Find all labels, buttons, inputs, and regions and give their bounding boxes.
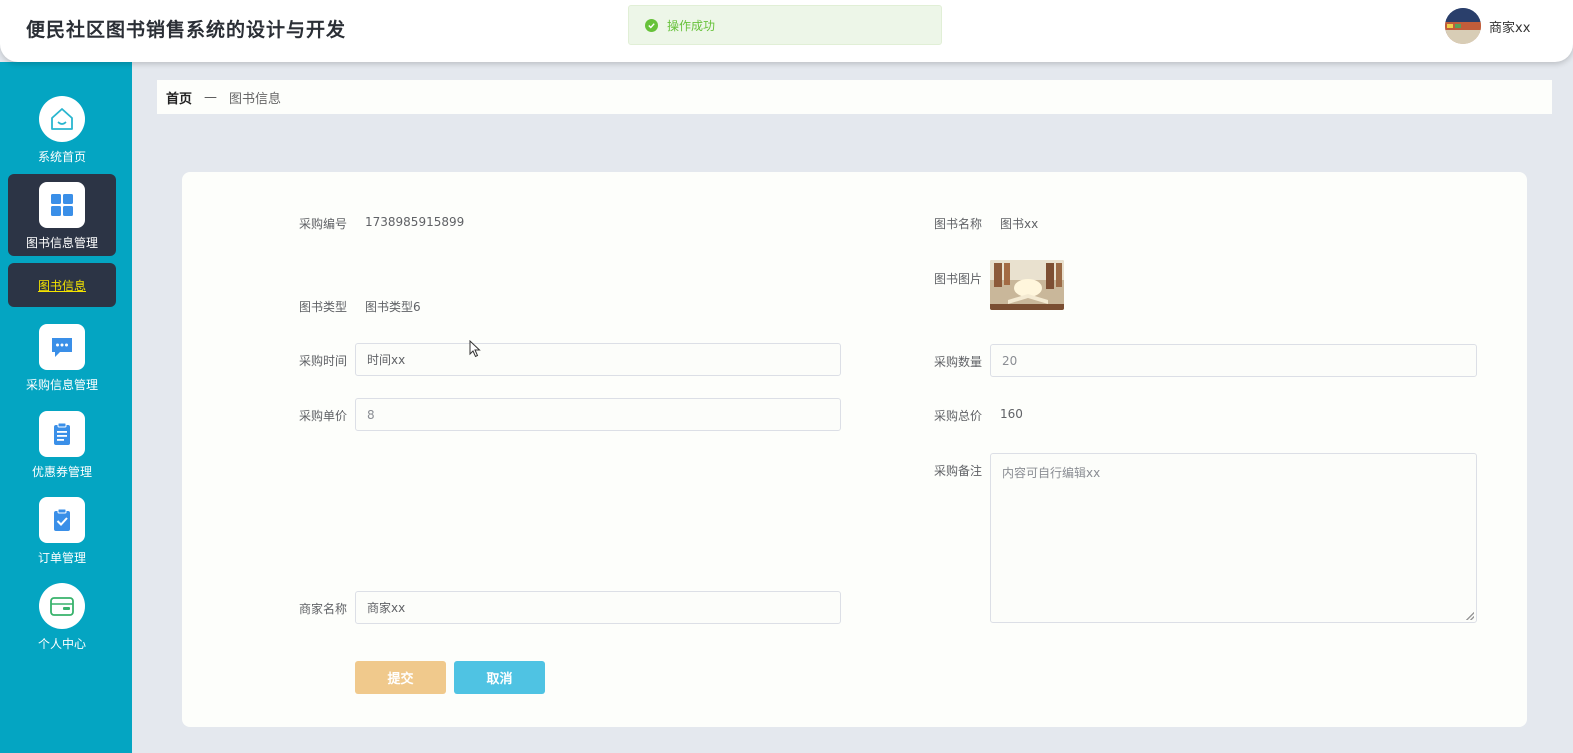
book-type-label: 图书类型 (298, 300, 347, 314)
app-title: 便民社区图书销售系统的设计与开发 (26, 19, 347, 41)
book-name-label: 图书名称 (933, 217, 982, 231)
total-price-value: 160 (1000, 407, 1023, 421)
sidebar: 系统首页 图书信息管理 图书信息 采购信息管理 优惠券管理 订单管理 个人中心 (0, 62, 132, 753)
cancel-button[interactable]: 取消 (454, 661, 545, 694)
book-image-label: 图书图片 (933, 272, 982, 286)
purchase-no-label: 采购编号 (298, 217, 347, 231)
check-circle-icon (645, 18, 658, 32)
breadcrumb-current: 图书信息 (229, 91, 282, 107)
unit-price-input[interactable]: 8 (355, 398, 841, 431)
sidebar-item-purchase-management[interactable]: 采购信息管理 (8, 324, 116, 393)
book-image[interactable] (990, 260, 1064, 310)
breadcrumb-separator: — (204, 89, 218, 105)
sidebar-item-label: 个人中心 (37, 637, 86, 651)
purchase-time-label: 采购时间 (298, 354, 347, 368)
resize-handle-icon[interactable] (1466, 612, 1474, 620)
wallet-icon (39, 583, 85, 629)
sidebar-item-label: 优惠券管理 (31, 465, 92, 479)
success-toast: 操作成功 (628, 5, 942, 45)
sidebar-item-label: 图书信息管理 (25, 236, 98, 250)
sidebar-item-label: 采购信息管理 (25, 378, 98, 392)
remark-text: 内容可自行编辑xx (1002, 466, 1101, 480)
breadcrumb: 首页 — 图书信息 (157, 80, 1552, 114)
sidebar-item-personal-center[interactable]: 个人中心 (8, 583, 116, 652)
clipboard-icon (39, 411, 85, 457)
sidebar-item-book-management[interactable]: 图书信息管理 (8, 174, 116, 256)
purchase-qty-label: 采购数量 (933, 355, 982, 369)
purchase-qty-input[interactable]: 20 (990, 344, 1477, 377)
purchase-no-value: 1738985915899 (365, 215, 465, 229)
unit-price-label: 采购单价 (298, 409, 347, 423)
sidebar-item-coupon-management[interactable]: 优惠券管理 (8, 411, 116, 480)
remark-textarea[interactable]: 内容可自行编辑xx (990, 453, 1477, 623)
sidebar-subitem-book-info[interactable]: 图书信息 (8, 263, 116, 307)
sidebar-item-order-management[interactable]: 订单管理 (8, 497, 116, 566)
grid-icon (39, 182, 85, 228)
sidebar-item-home[interactable]: 系统首页 (8, 96, 116, 165)
purchase-time-input[interactable]: 时间xx (355, 343, 841, 376)
merchant-name-label: 商家名称 (298, 602, 347, 616)
user-menu[interactable]: 商家xx (1445, 8, 1530, 44)
mouse-cursor-icon (469, 339, 481, 362)
submit-button[interactable]: 提交 (355, 661, 446, 694)
home-icon (39, 96, 85, 142)
book-type-value: 图书类型6 (365, 300, 421, 314)
purchase-form-card: 采购编号 1738985915899 图书类型 图书类型6 采购时间 时间xx … (182, 172, 1527, 727)
avatar[interactable] (1445, 8, 1481, 44)
sidebar-item-label: 订单管理 (37, 551, 86, 565)
top-header: 便民社区图书销售系统的设计与开发 操作成功 商家xx (0, 0, 1573, 62)
chat-icon (39, 324, 85, 370)
breadcrumb-home[interactable]: 首页 (166, 88, 192, 107)
merchant-name-input[interactable]: 商家xx (355, 591, 841, 624)
checklist-icon (39, 497, 85, 543)
sidebar-item-label: 系统首页 (37, 150, 86, 164)
book-name-value: 图书xx (1000, 217, 1039, 231)
toast-message: 操作成功 (667, 18, 716, 33)
username: 商家xx (1489, 20, 1531, 36)
remark-label: 采购备注 (933, 464, 982, 478)
total-price-label: 采购总价 (933, 409, 982, 423)
